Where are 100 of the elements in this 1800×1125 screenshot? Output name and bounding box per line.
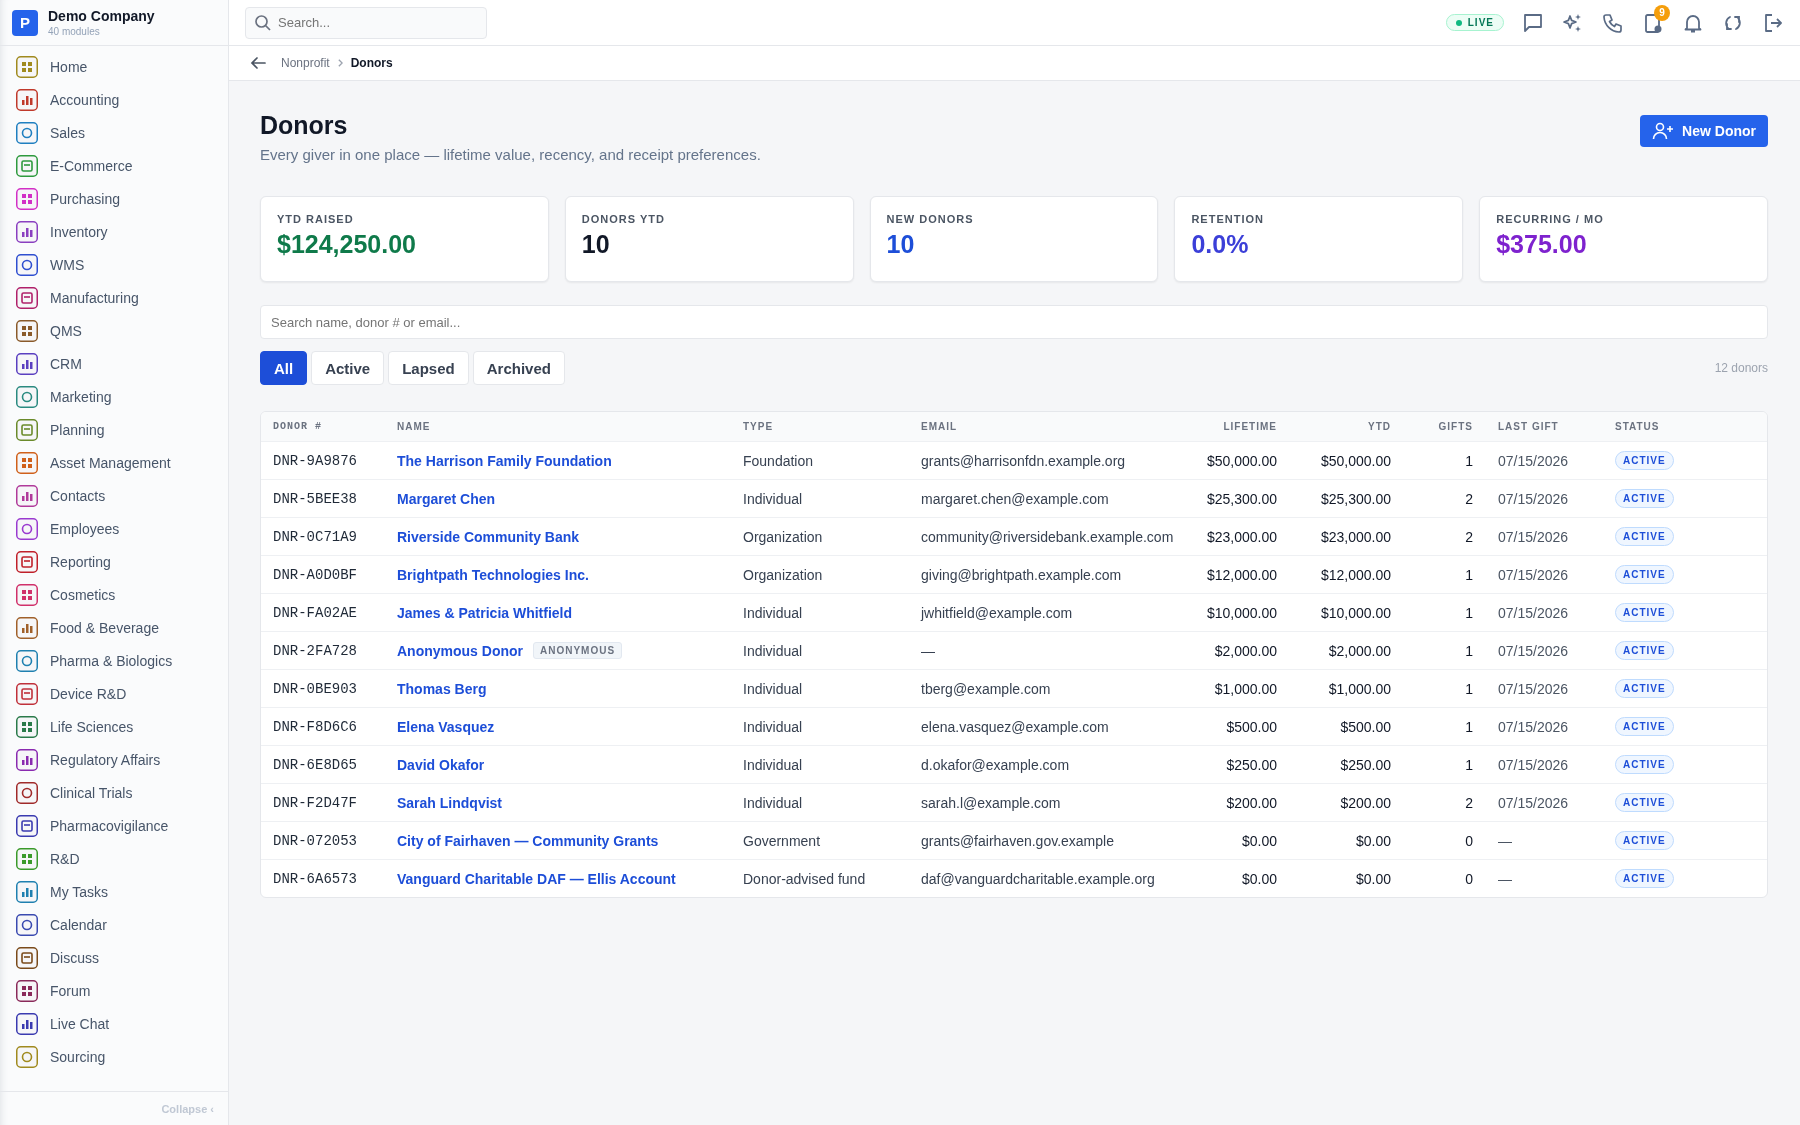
sidebar-item[interactable]: Pharma & Biologics bbox=[0, 644, 228, 677]
sidebar-item[interactable]: Pharmacovigilance bbox=[0, 809, 228, 842]
table-cell-text: $25,300.00 bbox=[1205, 490, 1277, 507]
sidebar-item[interactable]: R&D bbox=[0, 842, 228, 875]
table-cell-text: $23,000.00 bbox=[1319, 528, 1391, 545]
table-cell-text: $50,000.00 bbox=[1205, 452, 1277, 469]
donor-search-field[interactable]: Search name, donor # or email... bbox=[260, 305, 1768, 339]
table-cell-text: $500.00 bbox=[1339, 718, 1391, 735]
sidebar-item[interactable]: Life Sciences bbox=[0, 710, 228, 743]
donor-name-link[interactable]: The Harrison Family Foundation bbox=[397, 452, 612, 469]
donor-name-link[interactable]: Margaret Chen bbox=[397, 490, 496, 507]
donor-name-link[interactable]: David Okafor bbox=[397, 756, 485, 773]
sidebar-item[interactable]: Food & Beverage bbox=[0, 611, 228, 644]
column-header: NAME bbox=[397, 421, 432, 432]
table-cell-text: DNR-6A6573 bbox=[273, 870, 358, 887]
table-cell-text: $10,000.00 bbox=[1205, 604, 1277, 621]
sidebar-item[interactable]: Asset Management bbox=[0, 446, 228, 479]
table-cell-text: Individual bbox=[743, 680, 804, 697]
table-cell-text: $2,000.00 bbox=[1327, 642, 1391, 659]
table-cell-text: $500.00 bbox=[1225, 718, 1277, 735]
stat-label: DONORS YTD bbox=[581, 213, 666, 225]
sidebar-item[interactable]: Employees bbox=[0, 512, 228, 545]
donor-name-link[interactable]: Anonymous Donor bbox=[397, 642, 523, 659]
logout-icon[interactable] bbox=[1762, 11, 1784, 34]
stat-value: $124,250.00 bbox=[277, 230, 418, 259]
status-badge: ACTIVE bbox=[1615, 603, 1674, 622]
status-badge: ACTIVE bbox=[1615, 527, 1674, 546]
sidebar-item[interactable]: Regulatory Affairs bbox=[0, 743, 228, 776]
status-badge: ACTIVE bbox=[1615, 489, 1674, 508]
sidebar-item[interactable]: Reporting bbox=[0, 545, 228, 578]
table-cell-text: 0 bbox=[1464, 870, 1473, 887]
donor-name-link[interactable]: Sarah Lindqvist bbox=[397, 794, 503, 811]
sidebar-item[interactable]: WMS bbox=[0, 248, 228, 281]
table-cell-text: 07/15/2026 bbox=[1497, 528, 1570, 545]
table-cell-text: tberg@example.com bbox=[921, 680, 1052, 697]
sidebar-item[interactable]: Planning bbox=[0, 413, 228, 446]
table-cell-text: 2 bbox=[1464, 794, 1473, 811]
sidebar-item[interactable]: Sourcing bbox=[0, 1040, 228, 1073]
sidebar-item[interactable]: Purchasing bbox=[0, 182, 228, 215]
sidebar-item[interactable]: E-Commerce bbox=[0, 149, 228, 182]
table-cell-text: — bbox=[1497, 870, 1513, 887]
table-cell-text: DNR-2FA728 bbox=[273, 642, 358, 659]
donor-name-link[interactable]: James & Patricia Whitfield bbox=[397, 604, 573, 621]
table-cell-text: 2 bbox=[1464, 490, 1473, 507]
filter-tab[interactable]: Active bbox=[311, 351, 385, 385]
live-indicator: LIVE bbox=[1445, 14, 1504, 31]
filter-tab[interactable]: Archived bbox=[472, 351, 565, 385]
donor-name-link[interactable]: Elena Vasquez bbox=[397, 718, 495, 735]
sidebar-item[interactable]: Cosmetics bbox=[0, 578, 228, 611]
column-header: LAST GIFT bbox=[1497, 421, 1560, 432]
breadcrumb-link[interactable]: Nonprofit bbox=[281, 56, 330, 70]
table-cell-text: 1 bbox=[1464, 756, 1473, 773]
table-cell-text: Individual bbox=[743, 642, 804, 659]
back-arrow-icon[interactable] bbox=[249, 54, 267, 72]
status-badge: ACTIVE bbox=[1615, 831, 1674, 850]
sidebar-item[interactable]: Contacts bbox=[0, 479, 228, 512]
filter-tab[interactable]: Lapsed bbox=[388, 351, 469, 385]
status-badge: ACTIVE bbox=[1615, 793, 1674, 812]
table-cell-text: Foundation bbox=[743, 452, 815, 469]
search-field[interactable]: Search... bbox=[245, 6, 487, 39]
table-cell-text: Donor-advised fund bbox=[743, 870, 867, 887]
table-cell-text: Organization bbox=[743, 528, 824, 545]
sidebar-item[interactable]: My Tasks bbox=[0, 875, 228, 908]
donor-name-link[interactable]: Riverside Community Bank bbox=[397, 528, 580, 545]
table-cell-text: Individual bbox=[743, 718, 804, 735]
table-cell-text: $200.00 bbox=[1225, 794, 1277, 811]
table-cell-text: 07/15/2026 bbox=[1497, 566, 1570, 583]
table-cell-text: 1 bbox=[1464, 680, 1473, 697]
sidebar-item[interactable]: QMS bbox=[0, 314, 228, 347]
new-donor-button[interactable]: New Donor bbox=[1640, 115, 1768, 147]
table-cell-text: DNR-072053 bbox=[273, 832, 358, 849]
sidebar-item[interactable]: Live Chat bbox=[0, 1007, 228, 1040]
sidebar-item[interactable]: Clinical Trials bbox=[0, 776, 228, 809]
sidebar-item[interactable]: Device R&D bbox=[0, 677, 228, 710]
chat-icon[interactable] bbox=[1522, 11, 1544, 34]
sidebar-item[interactable]: Inventory bbox=[0, 215, 228, 248]
sidebar-item[interactable]: Discuss bbox=[0, 941, 228, 974]
sidebar-item[interactable]: Home bbox=[0, 50, 228, 83]
table-cell-text: giving@brightpath.example.com bbox=[921, 566, 1123, 583]
filter-tab[interactable]: All bbox=[260, 351, 308, 385]
table-cell-text: $23,000.00 bbox=[1205, 528, 1277, 545]
sidebar-item[interactable]: Calendar bbox=[0, 908, 228, 941]
donor-name-link[interactable]: Thomas Berg bbox=[397, 680, 487, 697]
sidebar-item[interactable]: Marketing bbox=[0, 380, 228, 413]
donor-count: 12 donors bbox=[1714, 361, 1768, 375]
table-cell-text: grants@fairhaven.gov.example bbox=[921, 832, 1115, 849]
stat-label: RETENTION bbox=[1191, 213, 1265, 225]
sidebar-item[interactable]: CRM bbox=[0, 347, 228, 380]
sidebar-item[interactable]: Forum bbox=[0, 974, 228, 1007]
donor-name-link[interactable]: City of Fairhaven — Community Grants bbox=[397, 832, 659, 849]
sidebar-item[interactable]: Manufacturing bbox=[0, 281, 228, 314]
table-cell-text: 07/15/2026 bbox=[1497, 452, 1570, 469]
sidebar-item[interactable]: Accounting bbox=[0, 83, 228, 116]
donor-name-link[interactable]: Vanguard Charitable DAF — Ellis Account bbox=[397, 870, 676, 887]
table-cell-text: 07/15/2026 bbox=[1497, 604, 1570, 621]
phone-icon[interactable] bbox=[1602, 11, 1624, 34]
donor-name-link[interactable]: Brightpath Technologies Inc. bbox=[397, 566, 589, 583]
sidebar-item[interactable]: Sales bbox=[0, 116, 228, 149]
status-badge: ACTIVE bbox=[1615, 755, 1674, 774]
breadcrumb-link[interactable]: Donors bbox=[350, 56, 393, 70]
